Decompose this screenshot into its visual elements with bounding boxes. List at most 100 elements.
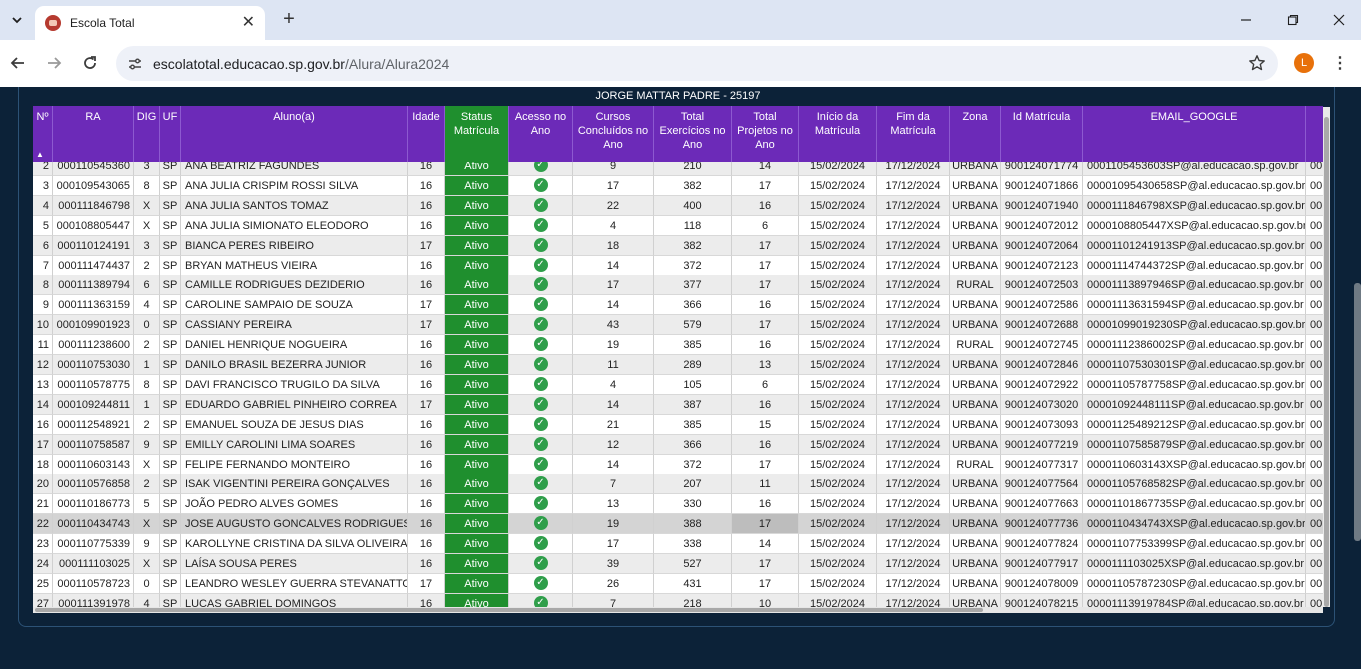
cell-aluno: FELIPE FERNANDO MONTEIRO bbox=[181, 454, 408, 475]
access-check-icon: ✓ bbox=[533, 162, 548, 173]
table-row[interactable]: 4 000111846798 X SP ANA JULIA SANTOS TOMAZ 16… bbox=[33, 195, 1323, 216]
header-extra[interactable] bbox=[1306, 106, 1323, 162]
table-row[interactable]: 22 000110434743 X SP JOSE AUGUSTO GONCALVES … bbox=[33, 514, 1323, 535]
header-idade[interactable]: Idade bbox=[408, 106, 445, 162]
table-row[interactable]: 11 000111238600 2 SP DANIEL HENRIQUE NOGUEIR… bbox=[33, 335, 1323, 356]
cell-aluno: KAROLLYNE CRISTINA DA SILVA OLIVEIRA bbox=[181, 534, 408, 555]
close-tab-icon[interactable]: ✕ bbox=[242, 15, 255, 31]
page-scroll-thumb[interactable] bbox=[1354, 283, 1361, 541]
table-row[interactable]: 8 000111389794 6 SP CAMILLE RODRIGUES DEZIDE… bbox=[33, 275, 1323, 296]
address-bar[interactable]: escolatotal.educacao.sp.gov.br/Alura/Alu… bbox=[116, 46, 1278, 81]
back-arrow-icon[interactable] bbox=[5, 50, 31, 76]
browser-tab[interactable]: Escola Total ✕ bbox=[35, 6, 265, 40]
table-row[interactable]: 21 000110186773 5 SP JOÃO PEDRO ALVES GOMES 1… bbox=[33, 494, 1323, 515]
cell-fim: 17/12/2024 bbox=[877, 414, 950, 435]
cell-cursos: 21 bbox=[573, 414, 654, 435]
cell-fim: 17/12/2024 bbox=[877, 175, 950, 196]
header-projetos[interactable]: Total Projetos no Ano bbox=[732, 106, 799, 162]
cell-email: 00001107530301SP@al.educacao.sp.gov.br bbox=[1083, 355, 1306, 375]
cell-status: Ativo bbox=[445, 394, 509, 415]
cell-uf: SP bbox=[160, 554, 181, 574]
cell-acesso: ✓ bbox=[509, 414, 573, 435]
new-tab-plus-icon[interactable]: + bbox=[278, 8, 300, 30]
table-row[interactable]: 2 000110545360 3 SP ANA BEATRIZ FAGUNDES 16 At… bbox=[33, 162, 1323, 176]
cell-cursos: 14 bbox=[573, 394, 654, 415]
cell-id-matricula: 900124071940 bbox=[1001, 195, 1083, 216]
minimize-icon[interactable] bbox=[1234, 8, 1258, 32]
cell-uf: SP bbox=[160, 315, 181, 336]
cell-aluno: BIANCA PERES RIBEIRO bbox=[181, 235, 408, 256]
header-exercicios[interactable]: Total Exercícios no Ano bbox=[654, 106, 732, 162]
cell-status: Ativo bbox=[445, 573, 509, 594]
cell-ra: 000110758587 bbox=[53, 434, 134, 455]
table-row[interactable]: 14 000109244811 1 SP EDUARDO GABRIEL PINHEIR… bbox=[33, 394, 1323, 415]
cell-uf: SP bbox=[160, 255, 181, 276]
table-horizontal-scrollbar[interactable] bbox=[33, 607, 1323, 613]
table-row[interactable]: 17 000110758587 9 SP EMILLY CAROLINI LIMA SO… bbox=[33, 434, 1323, 455]
header-cursos[interactable]: Cursos Concluídos no Ano bbox=[573, 106, 654, 162]
table-row[interactable]: 3 000109543065 8 SP ANA JULIA CRISPIM ROSSI … bbox=[33, 175, 1323, 196]
header-zona[interactable]: Zona bbox=[950, 106, 1001, 162]
table-vertical-scrollbar[interactable] bbox=[1323, 107, 1330, 607]
cell-projetos: 15 bbox=[732, 414, 799, 435]
cell-projetos: 17 bbox=[732, 175, 799, 196]
cell-email: 00001125489212SP@al.educacao.sp.gov.br bbox=[1083, 414, 1306, 435]
table-row[interactable]: 20 000110576858 2 SP ISAK VIGENTINI PEREIRA … bbox=[33, 474, 1323, 495]
header-uf[interactable]: UF bbox=[160, 106, 181, 162]
cell-status: Ativo bbox=[445, 355, 509, 375]
header-id-matricula[interactable]: Id Matrícula bbox=[1001, 106, 1083, 162]
cell-aluno: CASSIANY PEREIRA bbox=[181, 315, 408, 336]
profile-avatar[interactable]: L bbox=[1294, 53, 1314, 73]
table-row[interactable]: 9 000111363159 4 SP CAROLINE SAMPAIO DE SOUZ… bbox=[33, 295, 1323, 316]
table-row[interactable]: 12 000110753030 1 SP DANILO BRASIL BEZERRA J… bbox=[33, 355, 1323, 375]
forward-arrow-icon[interactable] bbox=[41, 50, 67, 76]
header-fim[interactable]: Fim da Matrícula bbox=[877, 106, 950, 162]
cell-exercicios: 338 bbox=[654, 534, 732, 555]
cell-idade: 16 bbox=[408, 434, 445, 455]
close-window-icon[interactable] bbox=[1327, 8, 1351, 32]
cell-exercicios: 400 bbox=[654, 195, 732, 216]
table-row[interactable]: 23 000110775339 9 SP KAROLLYNE CRISTINA DA S… bbox=[33, 534, 1323, 555]
header-dig[interactable]: DIG bbox=[134, 106, 160, 162]
cell-zona: URBANA bbox=[950, 573, 1001, 594]
table-row[interactable]: 24 000111103025 X SP LAÍSA SOUSA PERES 16 Ativ… bbox=[33, 554, 1323, 574]
header-ra[interactable]: RA bbox=[53, 106, 134, 162]
vertical-scroll-thumb[interactable] bbox=[1324, 117, 1329, 607]
cell-projetos: 17 bbox=[732, 454, 799, 475]
table-row[interactable]: 6 000110124191 3 SP BIANCA PERES RIBEIRO 17 At… bbox=[33, 235, 1323, 256]
cell-fim: 17/12/2024 bbox=[877, 474, 950, 495]
cell-fim: 17/12/2024 bbox=[877, 454, 950, 475]
cell-projetos: 16 bbox=[732, 335, 799, 356]
header-acesso[interactable]: Acesso no Ano bbox=[509, 106, 573, 162]
table-row[interactable]: 25 000110578723 0 SP LEANDRO WESLEY GUERRA S… bbox=[33, 573, 1323, 594]
cell-status: Ativo bbox=[445, 215, 509, 236]
cell-acesso: ✓ bbox=[509, 162, 573, 176]
header-aluno[interactable]: Aluno(a) bbox=[181, 106, 408, 162]
bookmark-star-icon[interactable] bbox=[1248, 54, 1266, 77]
horizontal-scroll-thumb[interactable] bbox=[35, 608, 983, 612]
header-email[interactable]: EMAIL_GOOGLE bbox=[1083, 106, 1306, 162]
tab-search-chevron-icon[interactable] bbox=[6, 9, 28, 31]
table-row[interactable]: 5 000108805447 X SP ANA JULIA SIMIONATO ELEO… bbox=[33, 215, 1323, 236]
cell-status: Ativo bbox=[445, 335, 509, 356]
cell-fim: 17/12/2024 bbox=[877, 573, 950, 594]
reload-icon[interactable] bbox=[77, 50, 103, 76]
access-check-icon: ✓ bbox=[533, 237, 548, 252]
browser-menu-dots-icon[interactable]: ⋮ bbox=[1330, 53, 1350, 73]
cell-status: Ativo bbox=[445, 414, 509, 435]
cell-cursos: 14 bbox=[573, 295, 654, 316]
header-status[interactable]: Status Matrícula bbox=[445, 106, 509, 162]
table-row[interactable]: 13 000110578775 8 SP DAVI FRANCISCO TRUGILO … bbox=[33, 374, 1323, 395]
table-row[interactable]: 18 000110603143 X SP FELIPE FERNANDO MONTEIR… bbox=[33, 454, 1323, 475]
cell-inicio: 15/02/2024 bbox=[799, 454, 877, 475]
access-check-icon: ✓ bbox=[533, 476, 548, 491]
access-check-icon: ✓ bbox=[533, 197, 548, 212]
cell-id-matricula: 900124072012 bbox=[1001, 215, 1083, 236]
sort-asc-icon[interactable]: ▲ bbox=[36, 150, 44, 159]
restore-window-icon[interactable] bbox=[1281, 8, 1305, 32]
header-inicio[interactable]: Início da Matrícula bbox=[799, 106, 877, 162]
table-row[interactable]: 10 000109901923 0 SP CASSIANY PEREIRA 17 Ativo… bbox=[33, 315, 1323, 336]
site-info-tune-icon[interactable] bbox=[124, 53, 146, 75]
table-row[interactable]: 16 000112548921 2 SP EMANUEL SOUZA DE JESUS … bbox=[33, 414, 1323, 435]
table-row[interactable]: 7 000111474437 2 SP BRYAN MATHEUS VIEIRA 16 At… bbox=[33, 255, 1323, 276]
